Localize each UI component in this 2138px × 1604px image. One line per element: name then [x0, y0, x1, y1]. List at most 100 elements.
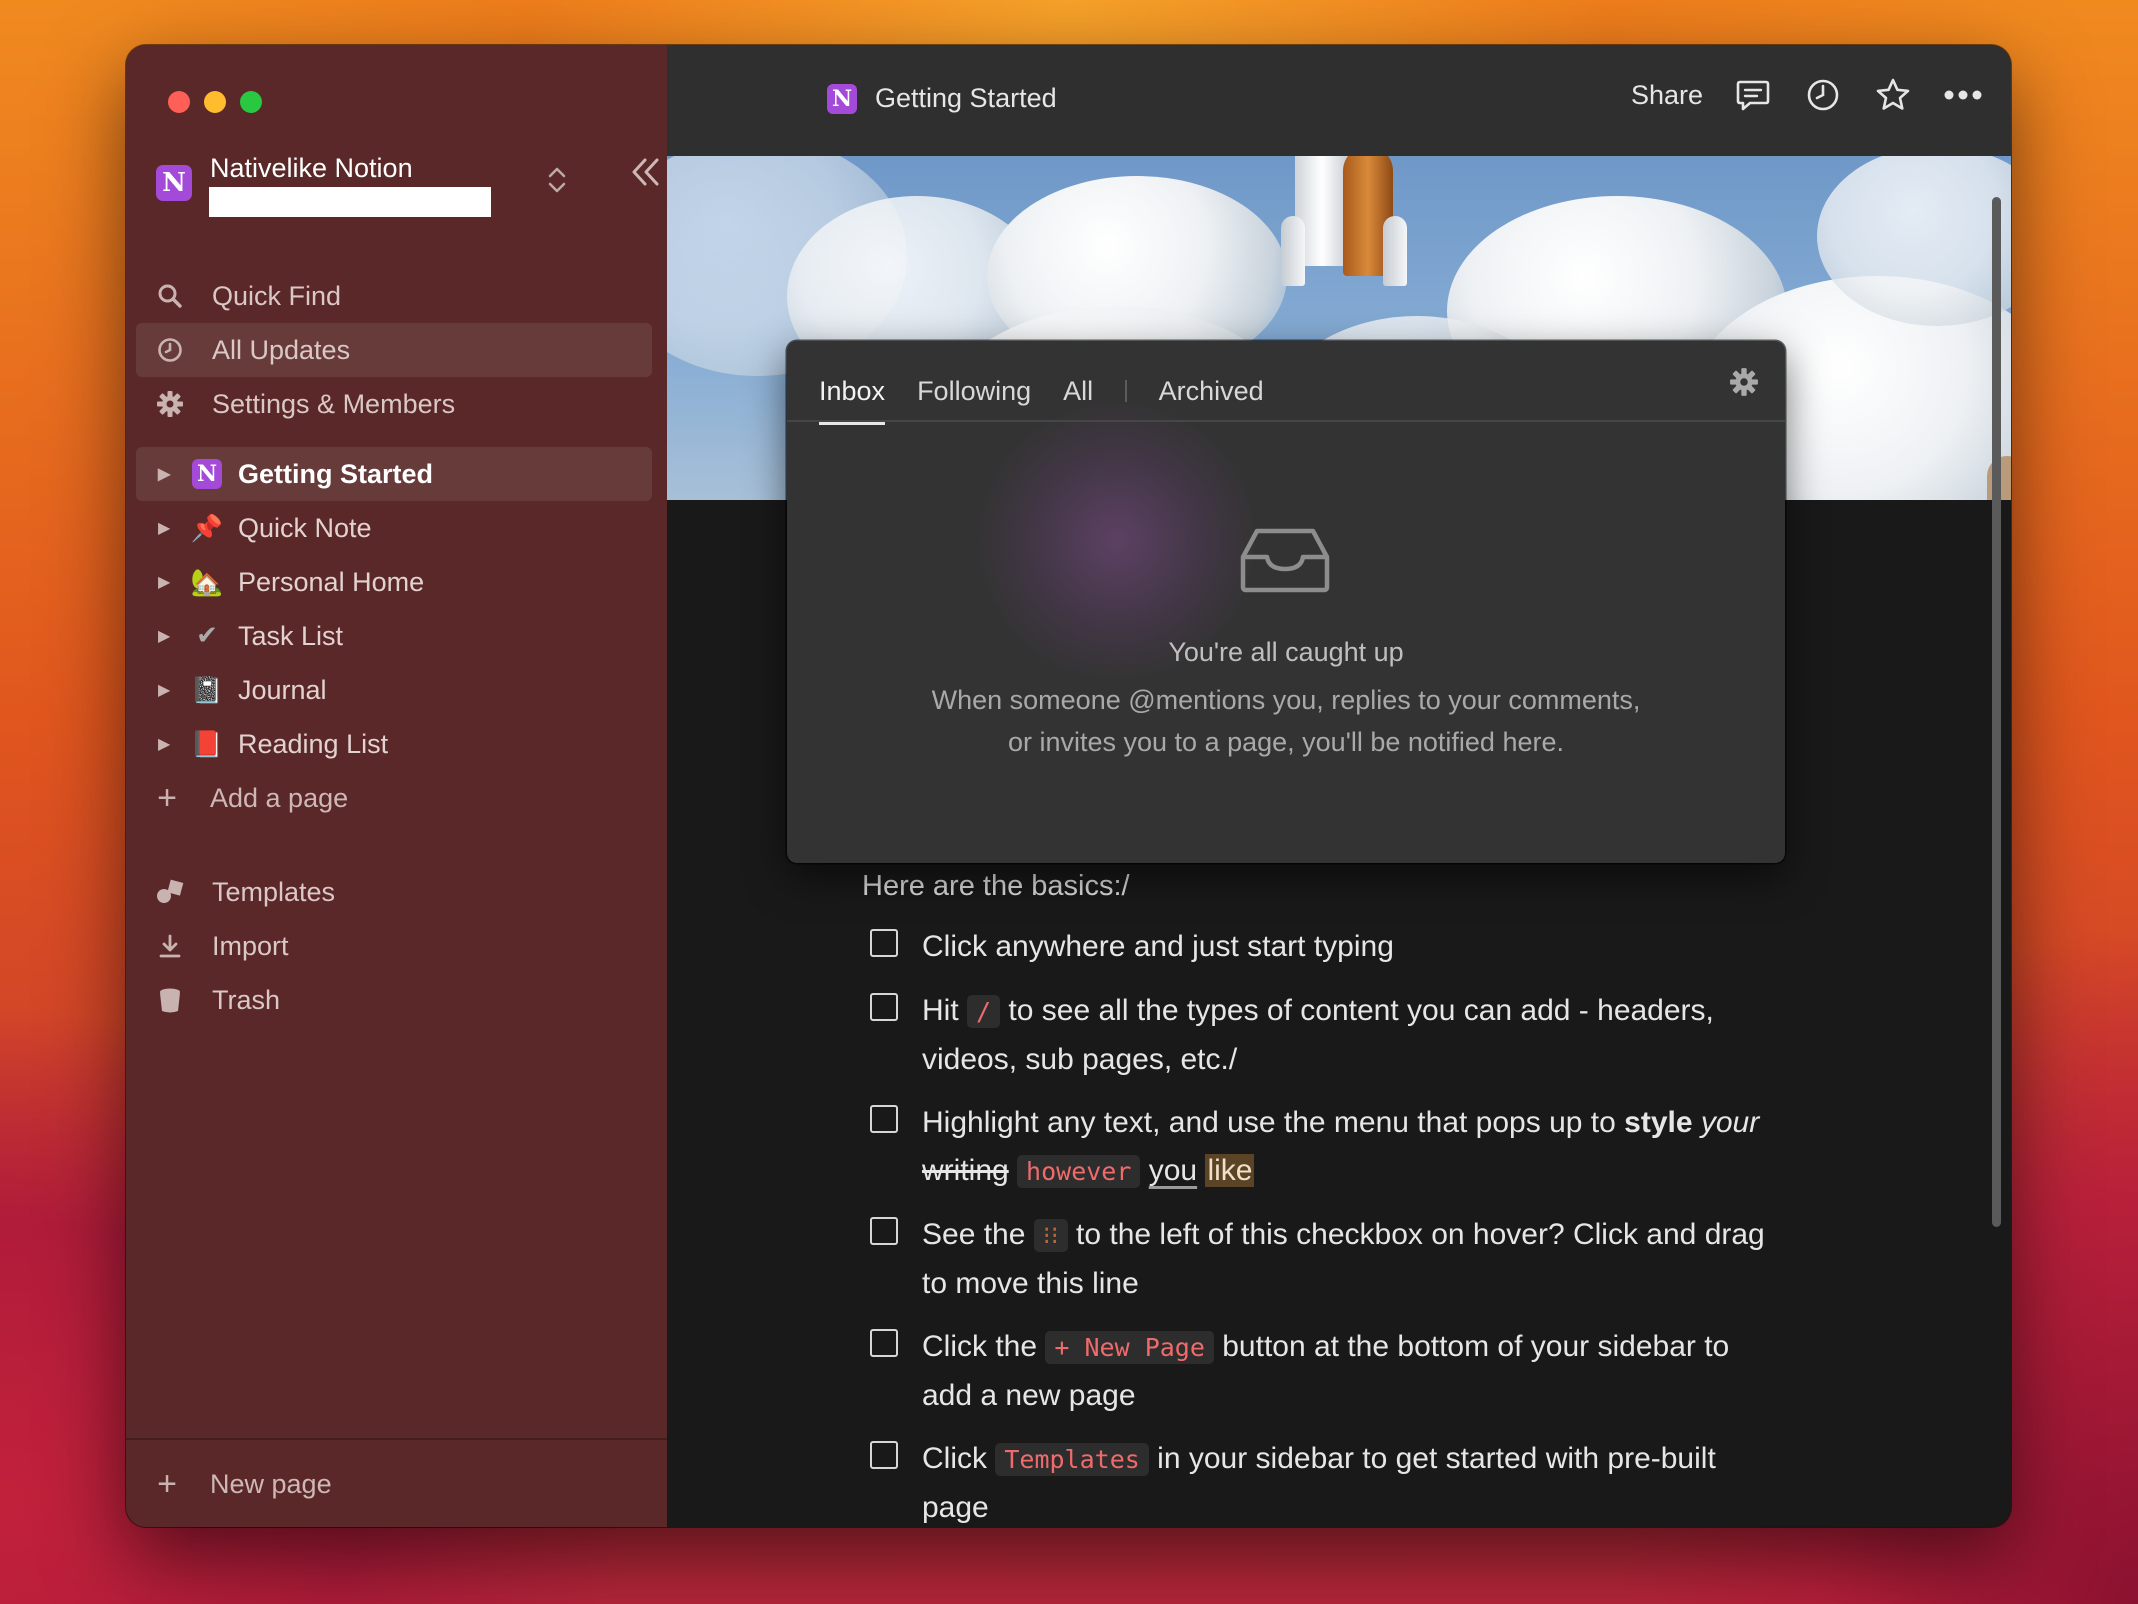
page-label: Task List — [238, 620, 344, 651]
notion-logo-icon: N — [827, 83, 857, 114]
drag-handle-icon: ⁝⁝ — [1033, 1219, 1068, 1252]
tab-archived[interactable]: Archived — [1159, 376, 1264, 407]
house-icon: 🏡 — [190, 566, 224, 597]
workspace-switcher[interactable]: N Nativelike Notion — [156, 151, 659, 227]
page-quick-note[interactable]: ▶ 📌 Quick Note — [136, 501, 652, 555]
expand-triangle-icon[interactable]: ▶ — [158, 734, 178, 754]
todo-text[interactable]: Click Templates in your sidebar to get s… — [922, 1435, 1782, 1527]
download-icon — [150, 933, 190, 959]
add-page-button[interactable]: + Add a page — [136, 771, 652, 825]
expand-triangle-icon[interactable]: ▶ — [158, 572, 178, 592]
page-label: Personal Home — [238, 566, 425, 597]
minimize-window-button[interactable] — [204, 91, 226, 113]
tab-all[interactable]: All — [1063, 376, 1093, 407]
page-label: Quick Note — [238, 512, 372, 543]
todo-text[interactable]: Highlight any text, and use the menu tha… — [922, 1099, 1782, 1196]
breadcrumb[interactable]: N Getting Started — [827, 83, 1057, 114]
empty-state-description: When someone @mentions you, replies to y… — [931, 685, 1641, 757]
trash-icon — [150, 986, 190, 1014]
plus-icon: + — [157, 778, 177, 817]
new-page-button[interactable]: + New page — [136, 1457, 652, 1511]
todo-checkbox[interactable] — [870, 993, 898, 1021]
toolbar: Share — [1631, 75, 1983, 115]
todo-checkbox[interactable] — [870, 1105, 898, 1133]
todo-checkbox[interactable] — [870, 1217, 898, 1245]
todo-text[interactable]: Click anywhere and just start typing — [922, 923, 1782, 971]
inline-code: / — [967, 995, 1001, 1028]
window-controls — [168, 91, 262, 113]
expand-triangle-icon[interactable]: ▶ — [158, 626, 178, 646]
nav-templates[interactable]: Templates — [136, 865, 652, 919]
page-journal[interactable]: ▶ 📓 Journal — [136, 663, 652, 717]
expand-triangle-icon[interactable]: ▶ — [158, 518, 178, 538]
share-button[interactable]: Share — [1631, 80, 1703, 111]
notebook-icon: 📓 — [190, 674, 224, 705]
todo-item: See the ⁝⁝ to the left of this checkbox … — [870, 1211, 1782, 1308]
todo-item: Click Templates in your sidebar to get s… — [870, 1435, 1782, 1527]
page-label: Journal — [238, 674, 327, 705]
expand-triangle-icon[interactable]: ▶ — [158, 464, 178, 484]
plus-icon: + — [157, 1464, 177, 1503]
nav-settings-members[interactable]: Settings & Members — [136, 377, 652, 431]
todo-checkbox[interactable] — [870, 1441, 898, 1469]
popup-tabs: Inbox Following All Archived — [819, 365, 1264, 425]
todo-item: Click the + New Page button at the botto… — [870, 1323, 1782, 1420]
page-getting-started[interactable]: ▶ N Getting Started — [136, 447, 652, 501]
tab-separator — [1125, 380, 1127, 402]
nav-trash[interactable]: Trash — [136, 973, 652, 1027]
tab-following[interactable]: Following — [917, 376, 1031, 407]
page-title-breadcrumb: Getting Started — [875, 83, 1057, 113]
inline-code: Templates — [995, 1443, 1149, 1476]
sidebar-divider — [126, 1438, 667, 1440]
todo-item: Hit / to see all the types of content yo… — [870, 987, 1782, 1084]
notion-logo-icon: N — [190, 459, 224, 489]
todo-text[interactable]: Click the + New Page button at the botto… — [922, 1323, 1782, 1420]
nav-label: Templates — [212, 876, 336, 907]
gear-icon — [150, 390, 190, 418]
expand-triangle-icon[interactable]: ▶ — [158, 680, 178, 700]
todo-checkbox[interactable] — [870, 929, 898, 957]
todo-checkbox[interactable] — [870, 1329, 898, 1357]
gear-icon[interactable] — [1729, 367, 1759, 402]
nav-all-updates[interactable]: All Updates — [136, 323, 652, 377]
chevron-up-down-icon[interactable] — [546, 165, 568, 202]
inbox-tray-icon — [1239, 527, 1331, 598]
page-label: Reading List — [238, 728, 389, 759]
templates-icon — [150, 879, 190, 905]
nav-label: Quick Find — [212, 280, 342, 311]
todo-text[interactable]: Hit / to see all the types of content yo… — [922, 987, 1782, 1084]
basics-heading: Here are the basics:/ — [862, 870, 1130, 902]
more-icon[interactable] — [1943, 75, 1983, 115]
scrollbar[interactable] — [1992, 197, 2001, 1227]
updates-popup: Inbox Following All Archived You're all … — [787, 341, 1785, 863]
tab-inbox[interactable]: Inbox — [819, 376, 886, 425]
red-book-icon: 📕 — [190, 728, 224, 759]
todo-item: Click anywhere and just start typing — [870, 923, 1782, 971]
page-reading-list[interactable]: ▶ 📕 Reading List — [136, 717, 652, 771]
tab-divider — [787, 420, 1785, 422]
checkmark-icon: ✔ — [196, 621, 218, 651]
page-label: Getting Started — [238, 458, 434, 489]
nav-quick-find[interactable]: Quick Find — [136, 269, 652, 323]
add-page-label: Add a page — [210, 782, 349, 813]
nav-import[interactable]: Import — [136, 919, 652, 973]
comment-icon[interactable] — [1733, 75, 1773, 115]
empty-state-title: You're all caught up — [1168, 637, 1404, 667]
app-window: N Nativelike Notion Quick Find All Updat… — [126, 45, 2011, 1527]
star-icon[interactable] — [1873, 75, 1913, 115]
page-task-list[interactable]: ▶ ✔ Task List — [136, 609, 652, 663]
nav-label: All Updates — [212, 334, 351, 365]
inline-code: however — [1017, 1155, 1141, 1188]
page-personal-home[interactable]: ▶ 🏡 Personal Home — [136, 555, 652, 609]
inline-code: + New Page — [1045, 1331, 1214, 1364]
zoom-window-button[interactable] — [240, 91, 262, 113]
close-window-button[interactable] — [168, 91, 190, 113]
workspace-name: Nativelike Notion — [210, 153, 413, 183]
history-icon[interactable] — [1803, 75, 1843, 115]
workspace-logo: N — [156, 165, 192, 201]
collapse-sidebar-icon[interactable] — [628, 155, 662, 199]
search-icon — [150, 283, 190, 309]
sidebar: N Nativelike Notion Quick Find All Updat… — [126, 45, 667, 1527]
todo-text[interactable]: See the ⁝⁝ to the left of this checkbox … — [922, 1211, 1782, 1308]
nav-label: Trash — [212, 984, 281, 1015]
